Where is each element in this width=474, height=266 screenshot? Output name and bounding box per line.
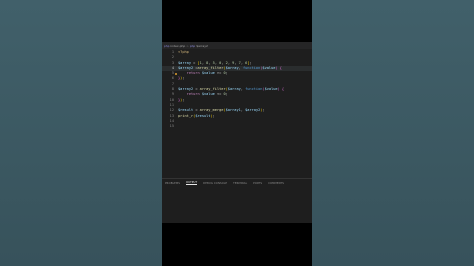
code-token: ; <box>182 97 185 102</box>
code-token: ; <box>225 71 228 76</box>
code-token: return <box>186 92 200 97</box>
chevron-right-icon: > <box>186 43 189 48</box>
code-token: ; <box>249 60 252 65</box>
blurred-background-left <box>0 0 162 266</box>
code-token: array_filter <box>197 65 224 70</box>
code-token: ; <box>262 108 265 113</box>
code-token: ; <box>212 113 215 118</box>
code-editor: php index.php > php $array2 1 <?php 2 3 $arr… <box>162 42 312 223</box>
code-token: $value <box>262 65 276 70</box>
line-number: 15 <box>169 124 174 129</box>
code-token: $array <box>225 65 239 70</box>
code-token: $array2 <box>178 65 194 70</box>
blurred-background-right <box>312 0 474 266</box>
breadcrumb: php index.php > php $array2 <box>162 42 312 49</box>
code-token: $array <box>178 60 191 65</box>
code-token: { <box>277 65 282 70</box>
code-line[interactable]: 15 <box>162 124 312 129</box>
code-token: { <box>279 87 285 92</box>
code-token: $array2 <box>178 87 194 92</box>
code-token: function <box>245 87 263 92</box>
tab-terminal[interactable]: TERMINAL <box>233 182 247 185</box>
code-token: $result <box>195 113 211 118</box>
tab-problems[interactable]: PROBLEMS <box>165 182 180 185</box>
code-token: ; <box>225 92 228 97</box>
code-area[interactable]: 1 <?php 2 3 $array = [1, 8, 5, 0, 2, 9, 7, 6… <box>162 50 312 172</box>
tab-output[interactable]: OUTPUT <box>185 181 198 185</box>
code-token: <?php <box>178 50 189 54</box>
code-token: print_r <box>178 113 194 118</box>
video-frame: php index.php > php $array2 1 <?php 2 3 $arr… <box>162 0 312 266</box>
code-token: array_filter <box>199 87 226 92</box>
code-token: $value <box>264 87 278 92</box>
code-token: $value <box>201 92 215 97</box>
code-token: ; <box>182 76 185 81</box>
panel-tabs: PROBLEMS OUTPUT DEBUG CONSOLE TERMINAL PORTS… <box>162 180 312 186</box>
php-file-icon: php <box>164 43 170 48</box>
code-token: return <box>186 71 200 76</box>
tab-ports[interactable]: PORTS <box>253 182 262 185</box>
code-token: $array2 <box>245 108 261 113</box>
code-token: function <box>242 65 261 70</box>
breadcrumb-symbol[interactable]: $array2 <box>196 44 208 48</box>
code-token: array_merge <box>199 108 224 113</box>
lightbulb-icon[interactable] <box>175 72 177 75</box>
breadcrumb-file[interactable]: index.php <box>170 44 185 48</box>
tab-comments[interactable]: COMMENTS <box>268 182 284 185</box>
code-token: $array1 <box>225 108 241 113</box>
code-token: $result <box>178 108 194 113</box>
bottom-panel: PROBLEMS OUTPUT DEBUG CONSOLE TERMINAL PORTS… <box>162 178 312 223</box>
code-token: $value <box>201 71 215 76</box>
tab-debug-console[interactable]: DEBUG CONSOLE <box>203 182 227 185</box>
php-symbol-icon: php <box>189 43 196 48</box>
code-token: $array <box>227 87 241 92</box>
